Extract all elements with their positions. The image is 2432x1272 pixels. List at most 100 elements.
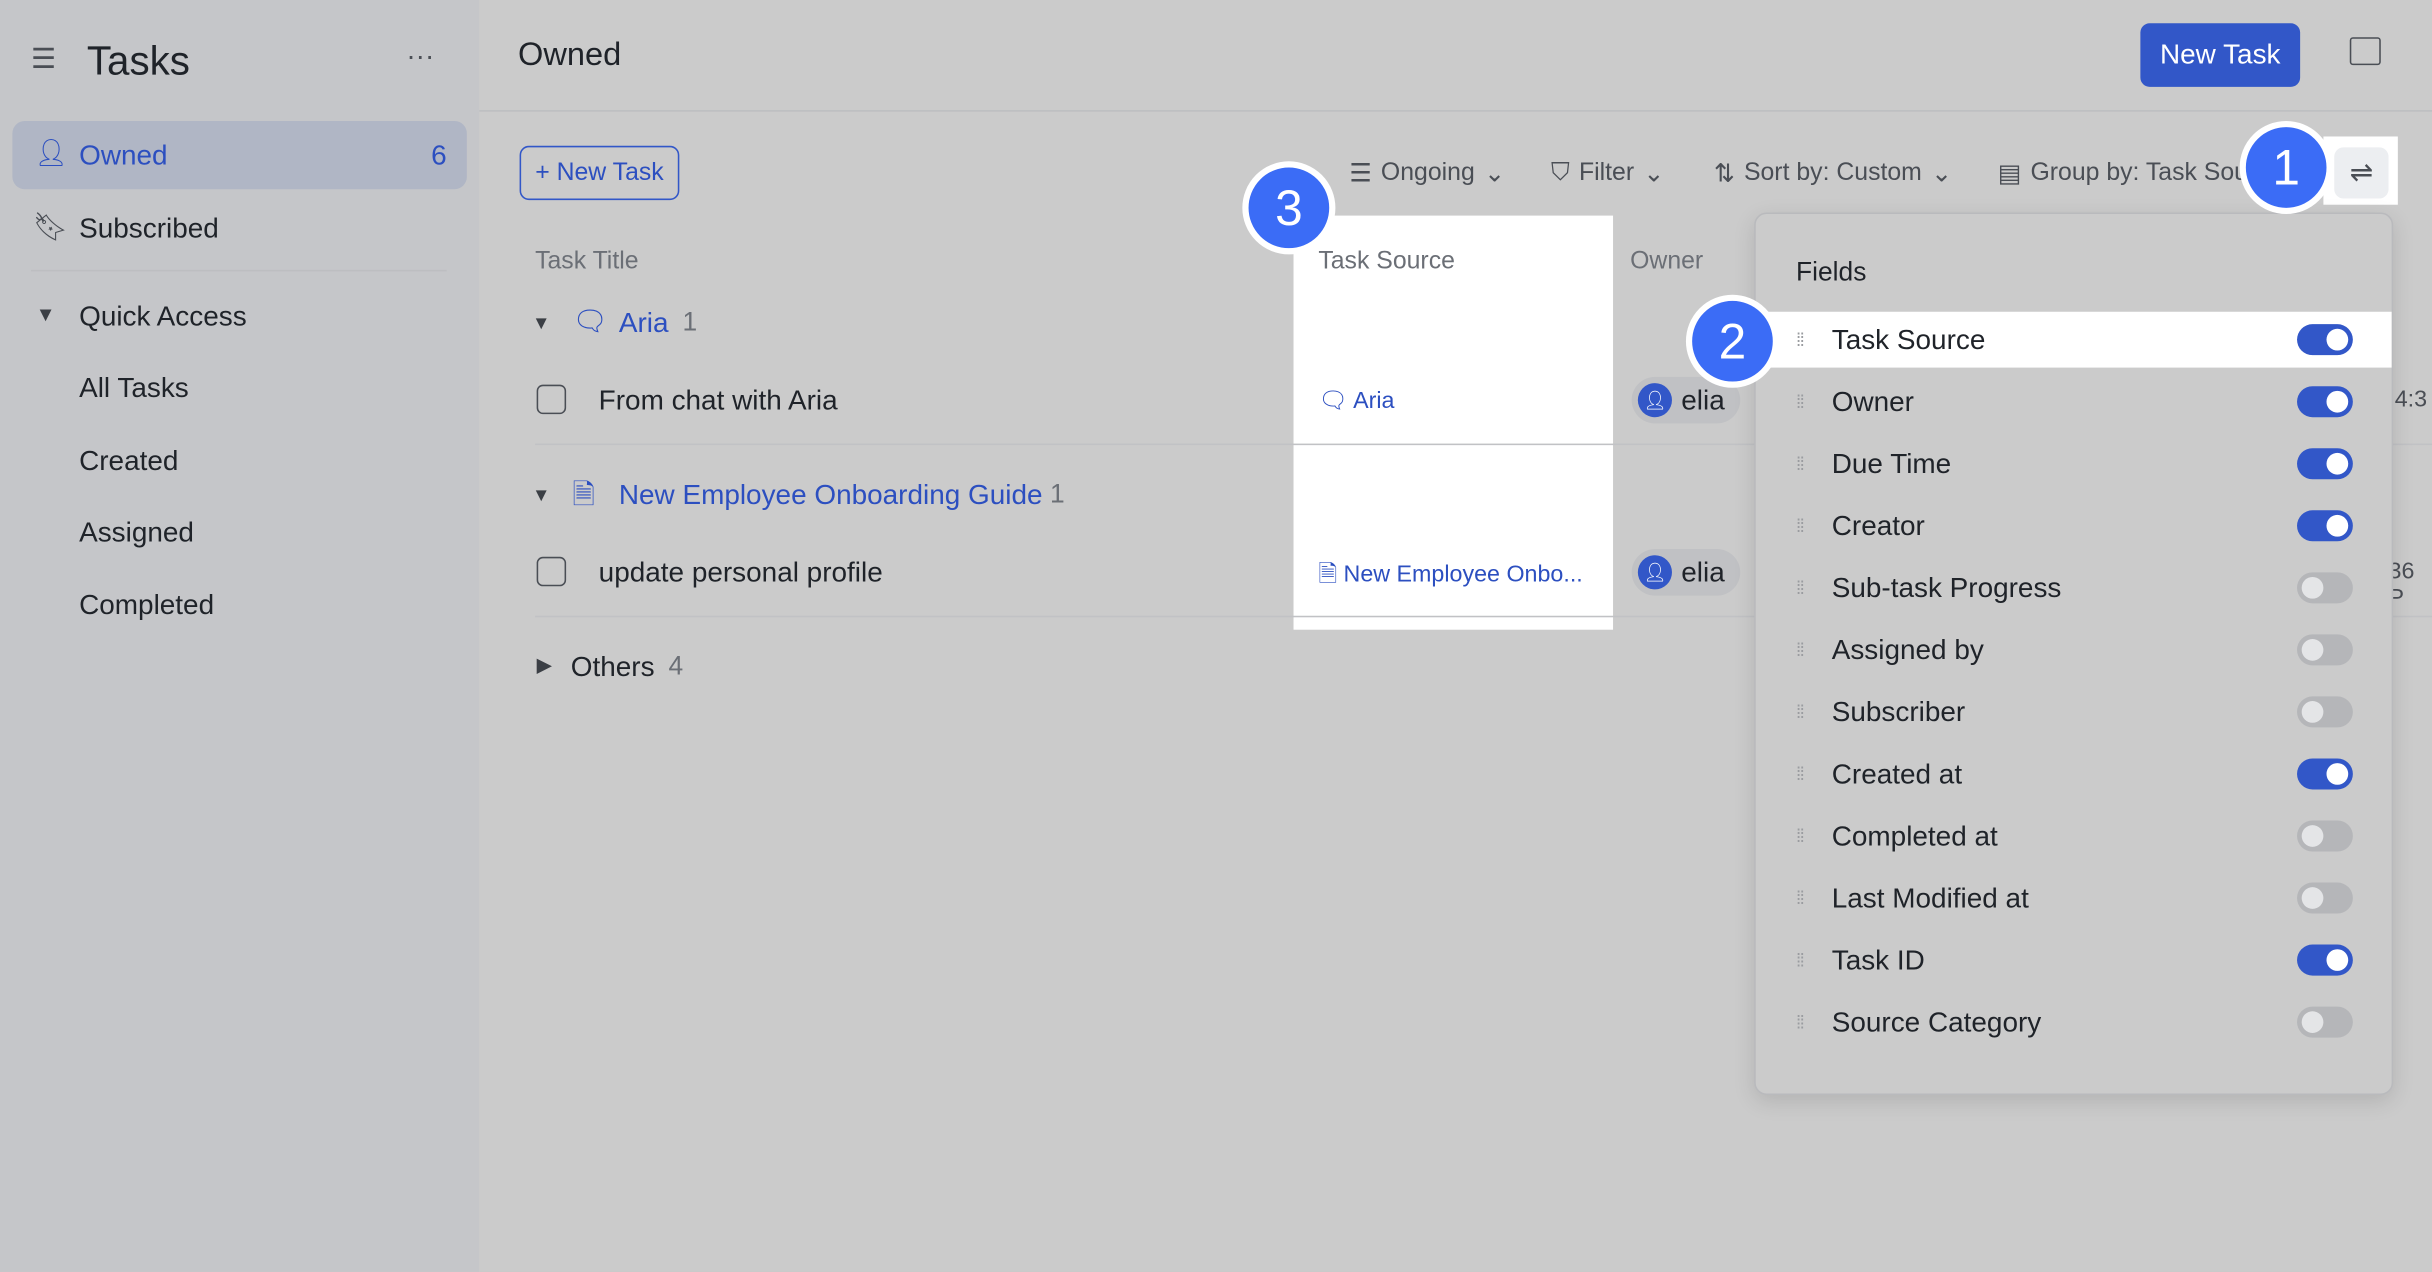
new-window-icon[interactable] — [2349, 37, 2381, 66]
group-count: 1 — [682, 307, 698, 337]
field-row[interactable]: ⁞⁞ Sub-task Progress — [1756, 560, 2392, 616]
field-toggle[interactable] — [2297, 944, 2353, 976]
drag-handle-icon[interactable]: ⁞⁞ — [1796, 827, 1808, 846]
field-row[interactable]: ⁞⁞ Owner — [1756, 374, 2392, 430]
field-settings-icon[interactable]: ⇌ — [2334, 147, 2389, 199]
field-row[interactable]: ⁞⁞ Subscriber — [1756, 684, 2392, 740]
field-label: Due Time — [1831, 447, 1952, 479]
field-toggle[interactable] — [2297, 758, 2353, 790]
sidebar: ☰ Tasks ··· 👤︎ Owned 6 🔖︎ Subscribed ▼ Q… — [0, 0, 480, 1272]
filter-icon: ⛉ — [1551, 159, 1570, 187]
chat-icon: 🗨︎ — [572, 305, 608, 337]
step-marker-2: 2 — [1685, 294, 1779, 388]
field-label: Source Category — [1831, 1005, 2042, 1037]
drag-handle-icon[interactable]: ⁞⁞ — [1796, 392, 1808, 411]
doc-icon: 🗎 — [1318, 561, 1344, 588]
field-label: Subscriber — [1831, 695, 1966, 727]
field-toggle[interactable] — [2297, 820, 2353, 852]
field-row[interactable]: ⁞⁞ Source Category — [1756, 994, 2392, 1050]
field-row[interactable]: ⁞⁞ Creator — [1756, 498, 2392, 554]
field-label: Assigned by — [1831, 633, 1984, 665]
drag-handle-icon[interactable]: ⁞⁞ — [1796, 1013, 1808, 1032]
field-row[interactable]: ⁞⁞ Task Source — [1755, 311, 2392, 368]
owner-chip[interactable]: 👤︎ elia — [1631, 549, 1741, 596]
sidebar-item-created[interactable]: Created — [79, 445, 178, 478]
new-task-button[interactable]: New Task — [2140, 23, 2301, 87]
task-title[interactable]: update personal profile — [599, 557, 883, 590]
caret-right-icon[interactable]: ▶ — [537, 653, 553, 678]
sidebar-item-completed[interactable]: Completed — [79, 589, 214, 622]
field-row[interactable]: ⁞⁞ Assigned by — [1756, 622, 2392, 678]
more-icon[interactable]: ··· — [406, 40, 434, 73]
user-icon: 👤︎ — [34, 138, 68, 168]
fields-title: Fields — [1796, 257, 1867, 287]
header-divider — [479, 110, 2432, 112]
column-header-owner[interactable]: Owner — [1630, 248, 1703, 276]
group-count: 4 — [668, 651, 684, 681]
group-label: Group by: Task Sou — [2030, 159, 2246, 187]
caret-down-icon[interactable]: ▼ — [532, 484, 550, 506]
field-row[interactable]: ⁞⁞ Created at — [1756, 746, 2392, 802]
collapse-sidebar-icon[interactable]: ☰ — [31, 43, 56, 76]
drag-handle-icon[interactable]: ⁞⁞ — [1796, 330, 1808, 349]
task-checkbox[interactable] — [536, 556, 567, 587]
field-toggle[interactable] — [2297, 882, 2353, 914]
task-source-label: Aria — [1353, 387, 1395, 415]
chevron-down-icon: ⌄ — [1931, 161, 1952, 188]
drag-handle-icon[interactable]: ⁞⁞ — [1796, 889, 1808, 908]
group-name[interactable]: Others — [571, 651, 655, 684]
caret-down-icon[interactable]: ▼ — [36, 302, 56, 325]
field-toggle[interactable] — [2297, 572, 2353, 604]
drag-handle-icon[interactable]: ⁞⁞ — [1796, 516, 1808, 535]
group-dropdown[interactable]: ▤ Group by: Task Sou — [1998, 158, 2246, 189]
sort-icon: ⇅ — [1713, 161, 1735, 188]
owner-name: elia — [1681, 383, 1725, 415]
owner-name: elia — [1681, 556, 1725, 588]
task-title[interactable]: From chat with Aria — [599, 385, 838, 418]
sidebar-item-all-tasks[interactable]: All Tasks — [79, 372, 189, 405]
field-row[interactable]: ⁞⁞ Due Time — [1756, 436, 2392, 492]
quick-access-header[interactable]: Quick Access — [79, 301, 247, 334]
list-icon: ▤ — [1997, 161, 2022, 188]
column-header-task-source[interactable]: Task Source — [1318, 248, 1455, 276]
field-toggle[interactable] — [2297, 448, 2353, 480]
field-row[interactable]: ⁞⁞ Completed at — [1756, 808, 2392, 864]
new-task-outline-button[interactable]: + New Task — [519, 145, 680, 201]
sidebar-item-assigned[interactable]: Assigned — [79, 516, 194, 549]
field-label: Sub-task Progress — [1831, 571, 2062, 603]
chevron-down-icon: ⌄ — [1643, 161, 1665, 188]
field-toggle[interactable] — [2297, 1006, 2353, 1038]
chevron-down-icon: ⌄ — [1484, 161, 1505, 188]
field-label: Last Modified at — [1831, 881, 2029, 913]
sidebar-item-owned[interactable]: 👤︎ Owned 6 — [12, 120, 467, 190]
drag-handle-icon[interactable]: ⁞⁞ — [1796, 765, 1808, 784]
field-toggle[interactable] — [2297, 324, 2353, 356]
sort-dropdown[interactable]: ⇅ Sort by: Custom ⌄ — [1714, 158, 1952, 189]
drag-handle-icon[interactable]: ⁞⁞ — [1796, 951, 1808, 970]
caret-down-icon[interactable]: ▼ — [532, 312, 550, 334]
field-label: Owner — [1831, 385, 1914, 417]
field-toggle[interactable] — [2297, 510, 2353, 542]
group-name[interactable]: Aria — [619, 307, 669, 340]
field-row[interactable]: ⁞⁞ Last Modified at — [1756, 870, 2392, 926]
task-source-link[interactable]: 🗎 New Employee Onbo... — [1318, 558, 1582, 597]
fields-panel: Fields ⁞⁞ Task Source ⁞⁞ Owner ⁞⁞ Due Time ⁞⁞ C… — [1754, 212, 2394, 1096]
sort-label: Sort by: Custom — [1743, 159, 1922, 187]
task-source-link[interactable]: 🗨︎ Aria — [1318, 386, 1394, 414]
drag-handle-icon[interactable]: ⁞⁞ — [1796, 703, 1808, 722]
drag-handle-icon[interactable]: ⁞⁞ — [1796, 454, 1808, 473]
ongoing-dropdown[interactable]: ☰ Ongoing ⌄ — [1349, 158, 1504, 189]
drag-handle-icon[interactable]: ⁞⁞ — [1796, 579, 1808, 598]
group-name[interactable]: New Employee Onboarding Guide — [619, 479, 1043, 512]
drag-handle-icon[interactable]: ⁞⁞ — [1796, 641, 1808, 660]
field-label: Created at — [1831, 757, 1963, 789]
field-toggle[interactable] — [2297, 634, 2353, 666]
filter-label: Filter — [1578, 159, 1635, 187]
field-label: Creator — [1831, 509, 1925, 541]
field-row[interactable]: ⁞⁞ Task ID — [1756, 932, 2392, 988]
sidebar-item-subscribed[interactable]: Subscribed — [79, 212, 219, 245]
filter-dropdown[interactable]: ⛉ Filter ⌄ — [1551, 158, 1664, 189]
task-checkbox[interactable] — [536, 384, 567, 415]
field-toggle[interactable] — [2297, 696, 2353, 728]
field-toggle[interactable] — [2297, 386, 2353, 418]
